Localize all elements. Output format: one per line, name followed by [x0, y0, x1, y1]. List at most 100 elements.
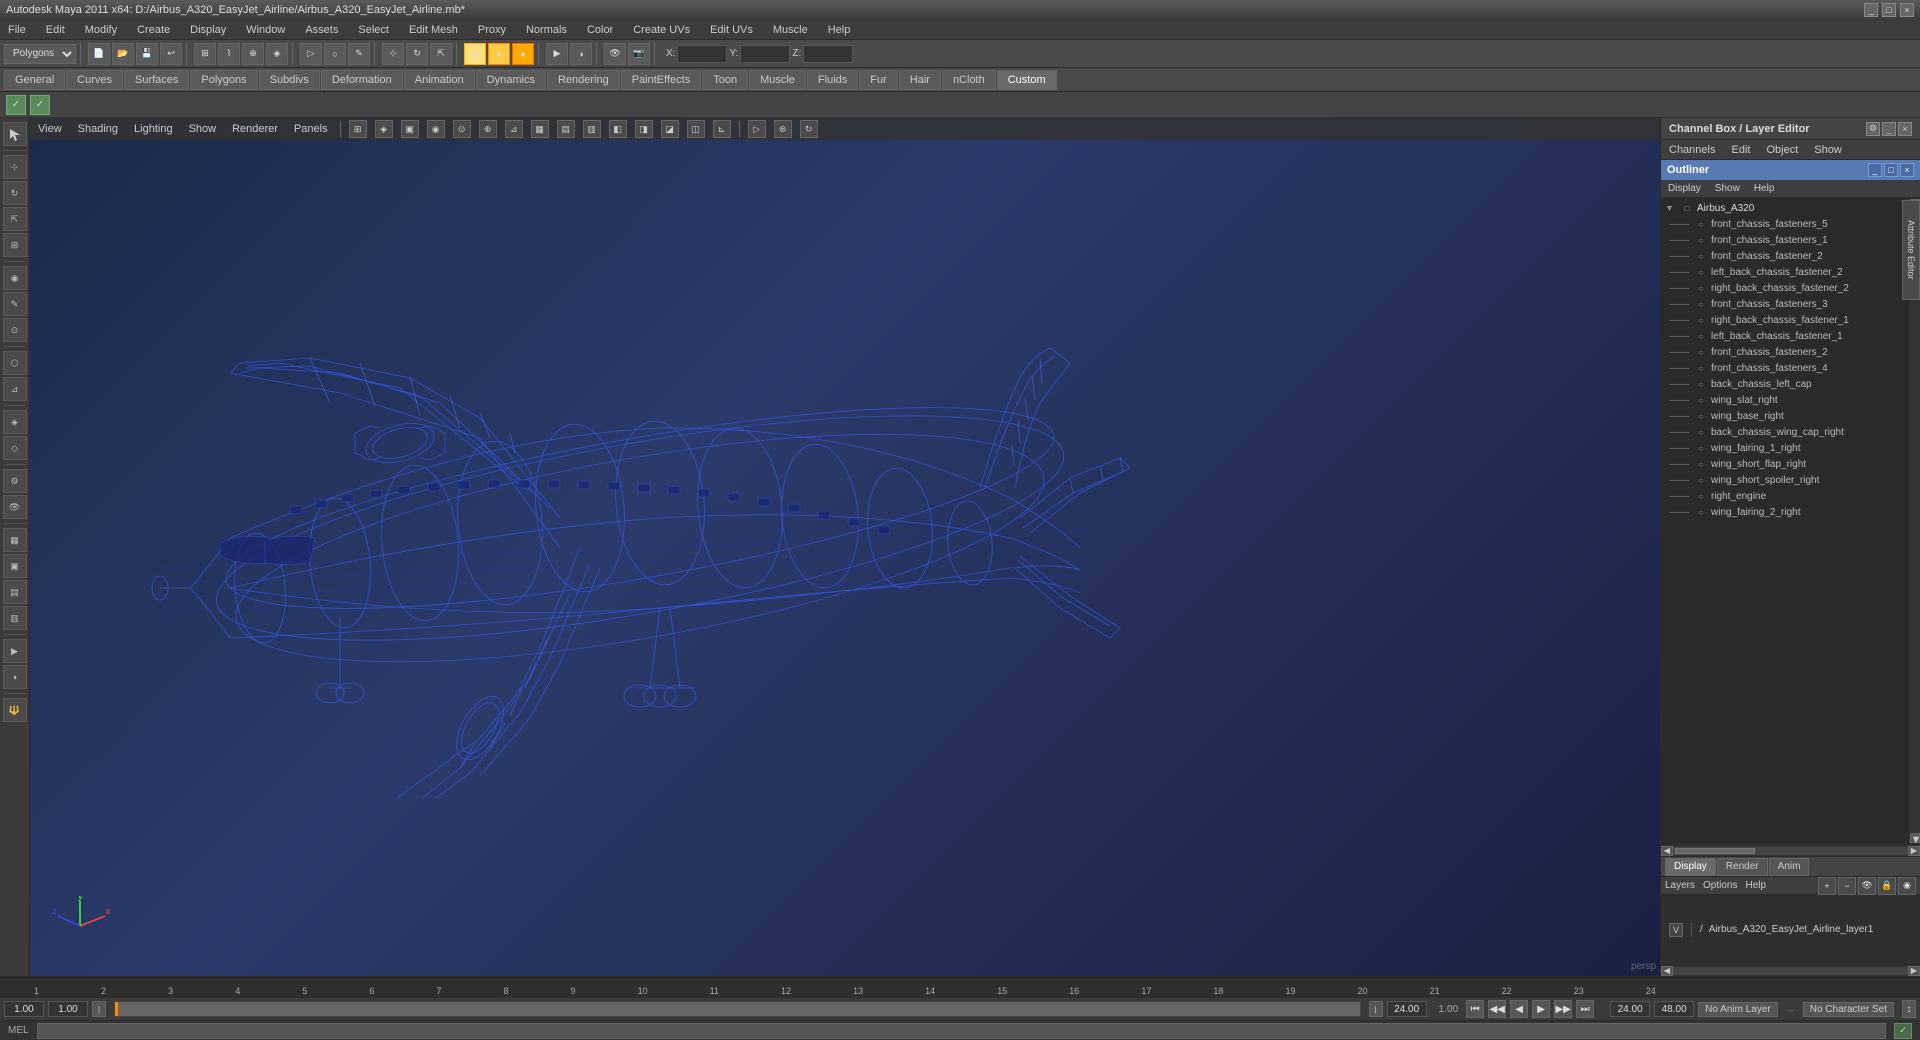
- vp-icon-14[interactable]: ◫: [687, 120, 705, 138]
- menu-display[interactable]: Display: [186, 22, 230, 38]
- outliner-item-10[interactable]: —— ○ back_chassis_left_cap: [1661, 376, 1908, 392]
- tab-general[interactable]: General: [4, 70, 65, 90]
- outliner-list[interactable]: ▼ □ Airbus_A320 —— ○ front_chassis_faste…: [1661, 198, 1908, 844]
- outliner-item-7[interactable]: —— ○ left_back_chassis_fastener_1: [1661, 328, 1908, 344]
- vp-icon-4[interactable]: ◉: [427, 120, 445, 138]
- outliner-item-6[interactable]: —— ○ right_back_chassis_fastener_1: [1661, 312, 1908, 328]
- layer-solo-btn[interactable]: ◉: [1898, 877, 1916, 895]
- menu-help[interactable]: Help: [824, 22, 855, 38]
- step-fwd-btn[interactable]: ▶▶: [1554, 1000, 1572, 1018]
- universal-tool[interactable]: ⊞: [3, 233, 27, 257]
- open-scene-button[interactable]: 📂: [112, 43, 134, 65]
- outliner-item-1[interactable]: —— ○ front_chassis_fasteners_1: [1661, 232, 1908, 248]
- obj-type-2[interactable]: ▣: [3, 554, 27, 578]
- layer-delete-btn[interactable]: −: [1838, 877, 1856, 895]
- snap-point-button[interactable]: ⊕: [242, 43, 264, 65]
- options-menu[interactable]: Options: [1703, 880, 1737, 891]
- outliner-item-2[interactable]: —— ○ front_chassis_fastener_2: [1661, 248, 1908, 264]
- outliner-item-4[interactable]: —— ○ right_back_chassis_fastener_2: [1661, 280, 1908, 296]
- tab-rendering[interactable]: Rendering: [547, 70, 620, 90]
- rotate-button[interactable]: ↻: [406, 43, 428, 65]
- menu-assets[interactable]: Assets: [301, 22, 342, 38]
- prev-frame-btn[interactable]: ◀◀: [1488, 1000, 1506, 1018]
- expand-icon[interactable]: ▼: [1665, 203, 1677, 213]
- no-anim-layer[interactable]: No Anim Layer: [1698, 1002, 1778, 1017]
- tab-muscle[interactable]: Muscle: [749, 70, 806, 90]
- snap-grid-button[interactable]: ⊞: [194, 43, 216, 65]
- menu-edituvs[interactable]: Edit UVs: [706, 22, 757, 38]
- title-bar-controls[interactable]: _ □ ×: [1864, 3, 1914, 17]
- select-button[interactable]: ▷: [300, 43, 322, 65]
- obj-type-1[interactable]: ▦: [3, 528, 27, 552]
- go-to-start-btn[interactable]: ⏮: [1466, 1000, 1484, 1018]
- timeline-range-marker[interactable]: |: [92, 1001, 106, 1017]
- outliner-minimize[interactable]: _: [1868, 163, 1882, 177]
- fps-field[interactable]: [1654, 1001, 1694, 1017]
- outliner-close[interactable]: ×: [1900, 163, 1914, 177]
- menu-muscle[interactable]: Muscle: [769, 22, 812, 38]
- obj-type-3[interactable]: ▤: [3, 580, 27, 604]
- vp-icon-11[interactable]: ◧: [609, 120, 627, 138]
- articulation-tool[interactable]: ⊙: [3, 318, 27, 342]
- cb-edit-menu[interactable]: Edit: [1727, 142, 1754, 158]
- vp-icon-9[interactable]: ▤: [557, 120, 575, 138]
- outliner-item-9[interactable]: —— ○ front_chassis_fasteners_4: [1661, 360, 1908, 376]
- outliner-title-controls[interactable]: _ □ ×: [1868, 163, 1914, 177]
- om-display[interactable]: Display: [1665, 182, 1704, 195]
- vp-icon-7[interactable]: ⊿: [505, 120, 523, 138]
- vp-icon-15[interactable]: ⊾: [713, 120, 731, 138]
- vp-icon-10[interactable]: ▥: [583, 120, 601, 138]
- go-to-end-btn[interactable]: ⏭: [1576, 1000, 1594, 1018]
- outliner-item-11[interactable]: —— ○ wing_slat_right: [1661, 392, 1908, 408]
- qa-icon-2[interactable]: ✓: [30, 95, 50, 115]
- timeline-ticks[interactable]: 1 2 3 4 5 6 7 8 9 10 11 12 13 14 15 16 1…: [0, 977, 1920, 998]
- step-back-btn[interactable]: ◀: [1510, 1000, 1528, 1018]
- x-field[interactable]: [677, 45, 727, 63]
- show-hide-1[interactable]: 👁: [3, 495, 27, 519]
- mode-dropdown[interactable]: Polygons: [4, 44, 76, 64]
- panels-menu[interactable]: Panels: [290, 121, 332, 137]
- light1-button[interactable]: ●: [464, 43, 486, 65]
- layer-tab-anim[interactable]: Anim: [1769, 858, 1810, 876]
- transform-button[interactable]: ⊹: [382, 43, 404, 65]
- vp-icon-6[interactable]: ⊕: [479, 120, 497, 138]
- outliner-hscroll-left[interactable]: ◀: [1661, 846, 1673, 856]
- render-tool[interactable]: ▶: [3, 639, 27, 663]
- layer-lock-btn[interactable]: 🔒: [1878, 877, 1896, 895]
- timeline-range-end-marker[interactable]: |: [1369, 1001, 1383, 1017]
- outliner-item-8[interactable]: —— ○ front_chassis_fasteners_2: [1661, 344, 1908, 360]
- close-button[interactable]: ×: [1900, 3, 1914, 17]
- outliner-item-3[interactable]: —— ○ left_back_chassis_fastener_2: [1661, 264, 1908, 280]
- tab-polygons[interactable]: Polygons: [190, 70, 257, 90]
- vp-icon-16[interactable]: ▷: [748, 120, 766, 138]
- menu-editmesh[interactable]: Edit Mesh: [405, 22, 462, 38]
- mel-input[interactable]: [37, 1023, 1886, 1039]
- layer-tab-display[interactable]: Display: [1665, 858, 1716, 876]
- viewport[interactable]: View Shading Lighting Show Renderer Pane…: [30, 118, 1660, 976]
- outliner-item-13[interactable]: —— ○ back_chassis_wing_cap_right: [1661, 424, 1908, 440]
- cb-show-menu[interactable]: Show: [1810, 142, 1846, 158]
- menu-edit[interactable]: Edit: [42, 22, 69, 38]
- view-cube[interactable]: ⬡: [3, 351, 27, 375]
- timeline-right-scroll[interactable]: ↕: [1902, 1000, 1916, 1018]
- menu-modify[interactable]: Modify: [81, 22, 121, 38]
- help-menu[interactable]: Help: [1745, 880, 1766, 891]
- outliner-item-0[interactable]: —— ○ front_chassis_fasteners_5: [1661, 216, 1908, 232]
- om-show[interactable]: Show: [1712, 182, 1743, 195]
- no-character-set[interactable]: No Character Set: [1803, 1002, 1894, 1017]
- layer-hide-btn[interactable]: 👁: [1858, 877, 1876, 895]
- obj-type-4[interactable]: ▥: [3, 606, 27, 630]
- vp-icon-1[interactable]: ⊞: [349, 120, 367, 138]
- tab-fur[interactable]: Fur: [859, 70, 898, 90]
- outliner-item-18[interactable]: —— ○ wing_fairing_2_right: [1661, 504, 1908, 520]
- outliner-item-14[interactable]: —— ○ wing_fairing_1_right: [1661, 440, 1908, 456]
- tab-toon[interactable]: Toon: [702, 70, 748, 90]
- select-tool[interactable]: [3, 122, 27, 146]
- new-scene-button[interactable]: 📄: [88, 43, 110, 65]
- outliner-scroll-down[interactable]: ▼: [1910, 833, 1920, 843]
- outliner-hscroll-right[interactable]: ▶: [1908, 846, 1920, 856]
- cb-channels-menu[interactable]: Channels: [1665, 142, 1719, 158]
- ipr-tool[interactable]: ◑: [3, 665, 27, 689]
- vp-icon-18[interactable]: ↻: [800, 120, 818, 138]
- snap-surface-button[interactable]: ◈: [266, 43, 288, 65]
